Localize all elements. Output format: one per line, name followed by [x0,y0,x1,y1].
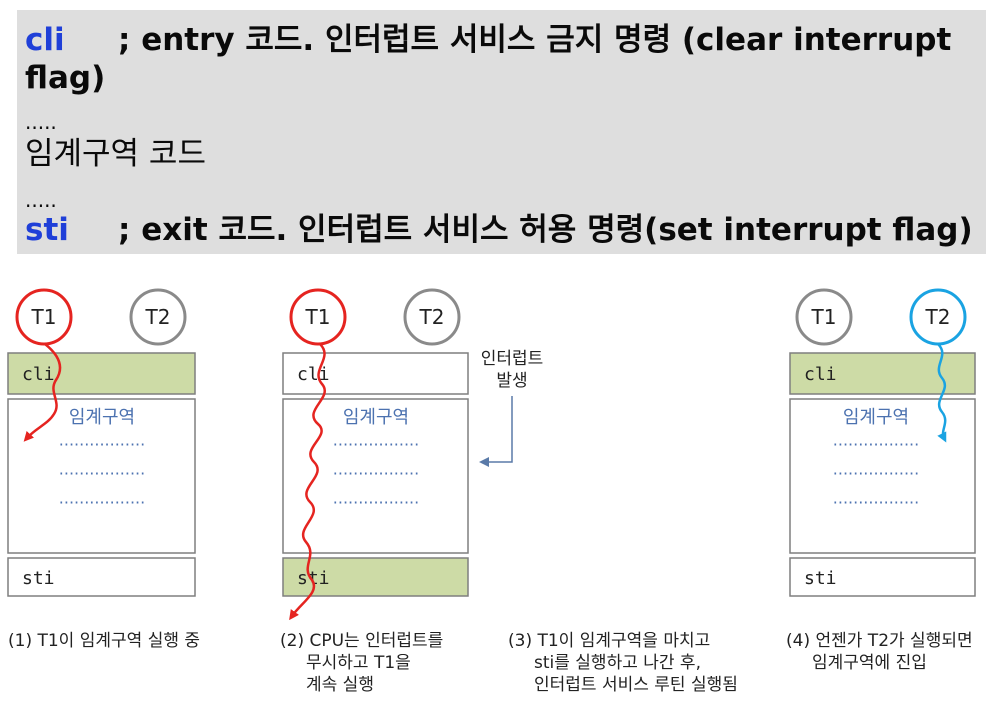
cli-block-label: cli [297,364,330,385]
interrupt-arrow [479,396,513,467]
critical-dots: ················· [333,435,419,454]
caption-1: (1) T1이 임계구역 실행 중 [8,630,200,652]
caption-line: 인터럽트 서비스 루틴 실행됨 [534,675,738,695]
interrupt-diagram: T1 T2 cli 임계구역 ················· ·······… [7,288,976,621]
t1-label: T1 [811,305,837,329]
critical-dots: ················· [59,493,145,512]
t2-label: T2 [925,305,951,329]
caption-line: sti를 실행하고 나간 후, [534,653,701,673]
critical-dots: ················· [59,435,145,454]
caption-line: 무시하고 T1을 [306,653,411,673]
interrupt-label: 발생 [496,371,527,391]
cli-block-label: cli [804,364,837,385]
caption-line: 계속 실행 [306,675,374,695]
critical-dots: ················· [59,464,145,483]
t1-label: T1 [305,305,331,329]
critical-dots: ················· [833,435,919,454]
t2-label: T2 [145,305,171,329]
caption-3: (3) T1이 임계구역을 마치고 sti를 실행하고 나간 후, 인터럽트 서… [508,630,738,696]
critical-block-label: 임계구역 [69,407,135,428]
critical-block-label: 임계구역 [843,407,909,428]
critical-dots: ················· [833,493,919,512]
critical-block-label: 임계구역 [343,407,409,428]
interrupt-label: 인터럽트 [481,349,544,369]
caption-2: (2) CPU는 인터럽트를 무시하고 T1을 계속 실행 [280,630,443,696]
critical-dots: ················· [833,464,919,483]
sti-block-label: sti [804,568,837,589]
cli-block-label: cli [22,364,55,385]
caption-line: (3) T1이 임계구역을 마치고 [508,631,711,651]
t1-label: T1 [31,305,57,329]
critical-dots: ················· [333,464,419,483]
caption-line: (2) CPU는 인터럽트를 [280,631,444,651]
caption-4: (4) 언젠가 T2가 실행되면 임계구역에 진입 [786,630,973,674]
panel-2: T1 T2 cli 임계구역 ················· ·······… [282,288,544,621]
sti-block-label: sti [22,568,55,589]
critical-dots: ················· [333,493,419,512]
caption-line: (4) 언젠가 T2가 실행되면 [786,631,973,651]
t2-label: T2 [419,305,445,329]
caption-line: 임계구역에 진입 [812,653,927,673]
panel-4: T1 T2 cli 임계구역 ················· ·······… [789,288,976,597]
panel-1: T1 T2 cli 임계구역 ················· ·······… [7,288,196,597]
caption-line: (1) T1이 임계구역 실행 중 [8,631,201,651]
